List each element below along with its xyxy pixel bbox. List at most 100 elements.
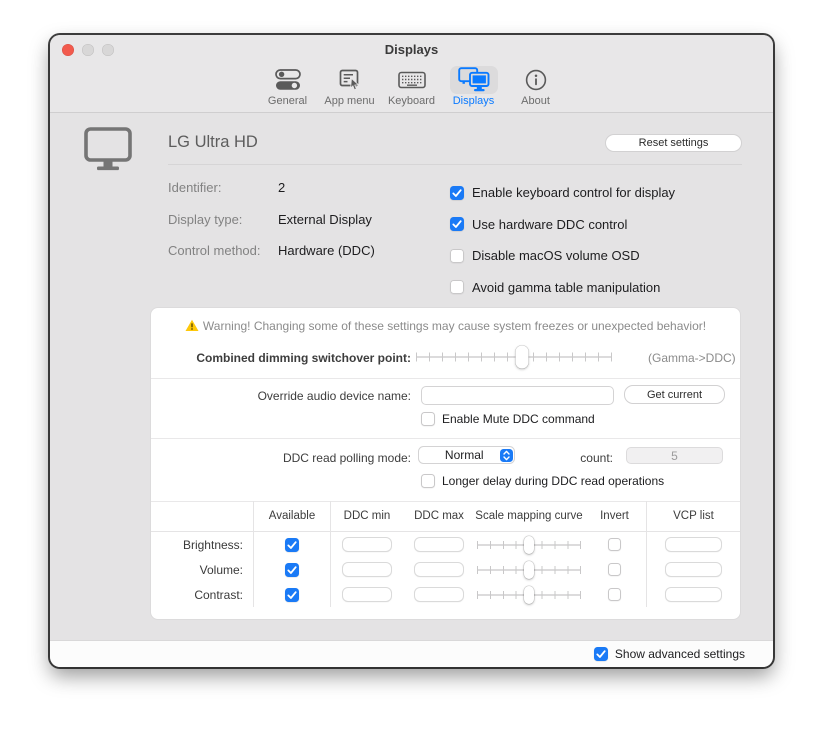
contrast-ddc-min-input[interactable]	[342, 587, 392, 602]
checkbox[interactable]	[608, 563, 621, 576]
checkbox-label: Avoid gamma table manipulation	[472, 280, 660, 295]
checkbox[interactable]	[450, 249, 464, 263]
option-hardware-ddc[interactable]: Use hardware DDC control	[450, 209, 675, 241]
slider-thumb[interactable]	[524, 536, 534, 554]
show-advanced-settings-label: Show advanced settings	[615, 647, 745, 661]
checkbox-label: Use hardware DDC control	[472, 217, 627, 232]
warning-text: Warning! Changing some of these settings…	[203, 319, 706, 333]
divider	[151, 438, 740, 439]
checkbox[interactable]	[421, 474, 435, 488]
audio-name-label: Override audio device name:	[151, 389, 411, 403]
displays-window: Displays General	[50, 35, 773, 667]
option-keyboard-control[interactable]: Enable keyboard control for display	[450, 177, 675, 209]
contrast-ddc-max-input[interactable]	[414, 587, 464, 602]
get-current-button[interactable]: Get current	[624, 385, 725, 404]
brightness-ddc-max-input[interactable]	[414, 537, 464, 552]
reset-settings-button[interactable]: Reset settings	[605, 134, 742, 152]
tab-app-menu[interactable]: App menu	[324, 66, 376, 108]
footer-bar: Show advanced settings	[50, 640, 773, 667]
advanced-settings-panel: Warning! Changing some of these settings…	[150, 307, 741, 620]
warning-triangle-icon	[185, 319, 199, 332]
checkbox[interactable]	[285, 538, 299, 552]
minimize-icon[interactable]	[82, 44, 94, 56]
info-row-control-method: Control method: Hardware (DDC)	[168, 243, 438, 275]
tab-general[interactable]: General	[262, 66, 314, 108]
contrast-ddc-min-cell	[331, 582, 403, 607]
checkbox-label: Disable macOS volume OSD	[472, 248, 640, 263]
displays-icon	[450, 66, 498, 94]
row-label-brightness: Brightness:	[151, 532, 254, 557]
info-row-display-type: Display type: External Display	[168, 212, 438, 244]
volume-ddc-min-input[interactable]	[342, 562, 392, 577]
keyboard-icon	[388, 66, 436, 94]
option-disable-osd[interactable]: Disable macOS volume OSD	[450, 240, 675, 272]
checkbox[interactable]	[450, 280, 464, 294]
longer-delay-option[interactable]: Longer delay during DDC read operations	[421, 474, 664, 488]
info-row-identifier: Identifier: 2	[168, 180, 438, 212]
divider	[168, 164, 742, 165]
contrast-vcp-input[interactable]	[665, 587, 722, 602]
checkbox[interactable]	[450, 217, 464, 231]
close-icon[interactable]	[62, 44, 74, 56]
checkbox[interactable]	[594, 647, 608, 661]
contrast-curve-slider[interactable]	[477, 584, 581, 606]
controls-table: Available DDC min DDC max Scale mapping …	[151, 501, 740, 607]
option-avoid-gamma[interactable]: Avoid gamma table manipulation	[450, 272, 675, 304]
volume-ddc-max-input[interactable]	[414, 562, 464, 577]
tab-app-menu-label: App menu	[324, 95, 374, 108]
window-title: Displays	[50, 42, 773, 58]
checkbox[interactable]	[608, 588, 621, 601]
audio-name-input[interactable]	[421, 386, 614, 405]
info-icon	[512, 66, 560, 94]
tab-about[interactable]: About	[510, 66, 562, 108]
table-header-empty	[151, 501, 254, 532]
count-label: count:	[353, 451, 613, 465]
checkbox[interactable]	[450, 186, 464, 200]
table-header-ddc-min: DDC min	[331, 501, 403, 532]
volume-vcp-input[interactable]	[665, 562, 722, 577]
divider	[151, 378, 740, 379]
table-header-ddc-max: DDC max	[403, 501, 475, 532]
info-value: 2	[278, 180, 285, 196]
brightness-curve-slider[interactable]	[477, 534, 581, 556]
display-options: Enable keyboard control for display Use …	[450, 177, 675, 303]
slider-thumb[interactable]	[524, 586, 534, 604]
slider-thumb[interactable]	[515, 346, 528, 369]
traffic-lights	[62, 44, 114, 56]
brightness-ddc-max-cell	[403, 532, 475, 557]
checkbox[interactable]	[421, 412, 435, 426]
table-header-curve: Scale mapping curve	[475, 501, 583, 532]
checkbox[interactable]	[285, 563, 299, 577]
table-header-invert: Invert	[583, 501, 647, 532]
tab-about-label: About	[521, 95, 550, 108]
warning-row: Warning! Changing some of these settings…	[151, 319, 740, 333]
count-input[interactable]	[626, 447, 723, 464]
brightness-vcp-input[interactable]	[665, 537, 722, 552]
checkbox[interactable]	[285, 588, 299, 602]
tab-displays[interactable]: Displays	[448, 66, 500, 108]
checkbox[interactable]	[608, 538, 621, 551]
contrast-invert-cell	[583, 582, 647, 607]
checkbox-label: Enable keyboard control for display	[472, 185, 675, 200]
brightness-ddc-min-input[interactable]	[342, 537, 392, 552]
monitor-icon	[83, 127, 133, 177]
tab-keyboard[interactable]: Keyboard	[386, 66, 438, 108]
dimming-slider[interactable]	[416, 345, 612, 369]
checkbox-label: Longer delay during DDC read operations	[442, 474, 664, 488]
slider-ticks	[416, 353, 612, 362]
mute-ddc-option[interactable]: Enable Mute DDC command	[421, 412, 595, 426]
table-header-available: Available	[254, 501, 331, 532]
info-label: Display type:	[168, 212, 278, 228]
volume-curve-slider[interactable]	[477, 559, 581, 581]
volume-ddc-max-cell	[403, 557, 475, 582]
contrast-vcp-cell	[647, 582, 740, 607]
zoom-icon[interactable]	[102, 44, 114, 56]
brightness-ddc-min-cell	[331, 532, 403, 557]
app-menu-icon	[326, 66, 374, 94]
slider-thumb[interactable]	[524, 561, 534, 579]
row-label-volume: Volume:	[151, 557, 254, 582]
info-label: Identifier:	[168, 180, 278, 196]
volume-curve-cell	[475, 557, 583, 582]
volume-invert-cell	[583, 557, 647, 582]
row-label-contrast: Contrast:	[151, 582, 254, 607]
